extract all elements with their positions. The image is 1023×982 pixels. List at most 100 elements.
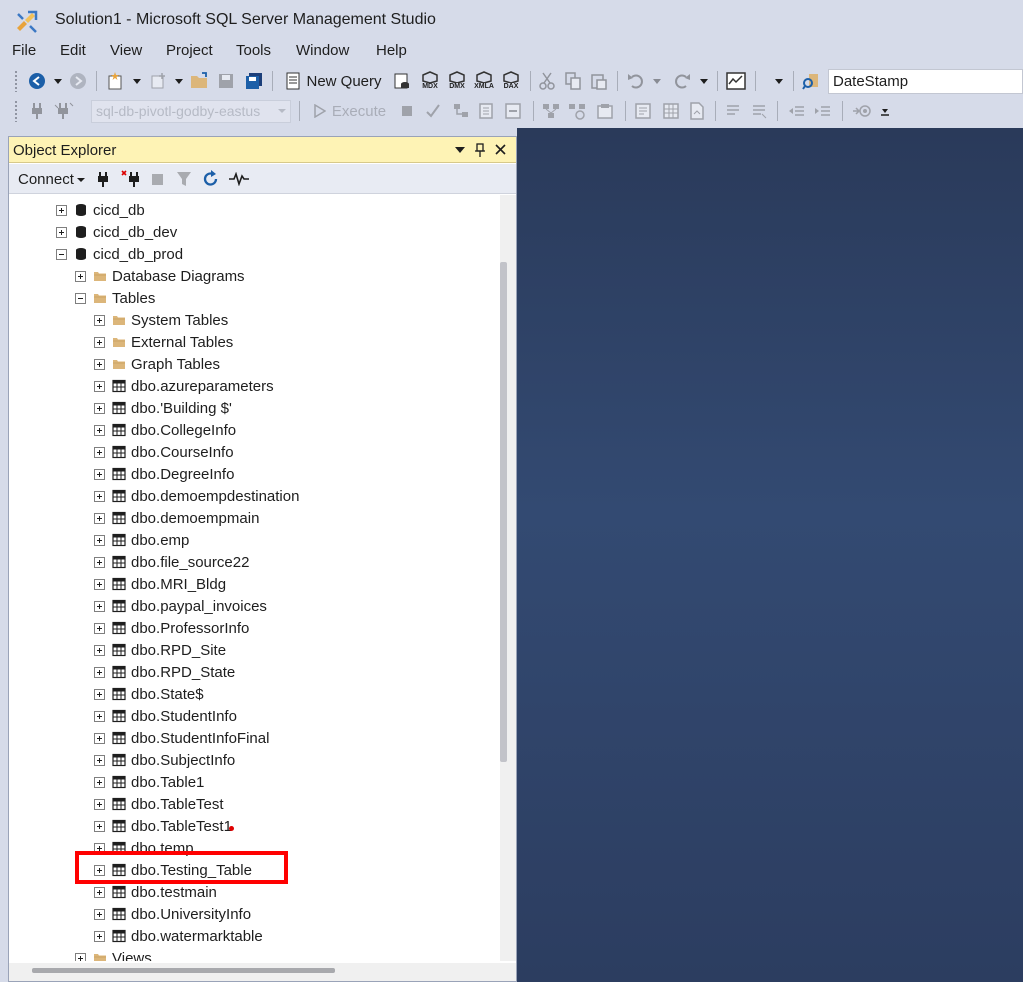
parse-button[interactable] xyxy=(422,99,444,123)
back-dropdown[interactable] xyxy=(52,69,64,93)
comment-out-button[interactable] xyxy=(722,99,744,123)
expand-icon[interactable] xyxy=(94,754,105,766)
expand-icon[interactable] xyxy=(94,776,105,788)
tree-node-dbo-tabletest1[interactable]: dbo.TableTest1 xyxy=(94,815,232,837)
open-file-button[interactable] xyxy=(189,69,211,93)
expand-icon[interactable] xyxy=(94,490,105,502)
tree-node-dbo-studentinfo[interactable]: dbo.StudentInfo xyxy=(94,705,237,727)
expand-icon[interactable] xyxy=(94,798,105,810)
expand-icon[interactable] xyxy=(94,402,105,414)
tree-node-dbo-table1[interactable]: dbo.Table1 xyxy=(94,771,204,793)
expand-icon[interactable] xyxy=(56,226,67,238)
connect-dropdown[interactable]: Connect xyxy=(18,171,85,188)
new-project-button[interactable] xyxy=(104,69,128,93)
save-all-button[interactable] xyxy=(243,69,265,93)
menu-file[interactable]: File xyxy=(12,42,36,59)
tree-node-dbo-demoempdestination[interactable]: dbo.demoempdestination xyxy=(94,485,299,507)
tree-node-dbo-subjectinfo[interactable]: dbo.SubjectInfo xyxy=(94,749,235,771)
tree-node-dbo-file-source22[interactable]: dbo.file_source22 xyxy=(94,551,249,573)
tree-node-tables[interactable]: Tables xyxy=(75,287,155,309)
stop-icon[interactable] xyxy=(152,174,163,185)
cancel-query-button[interactable] xyxy=(398,99,416,123)
dax-query-button[interactable]: DAX xyxy=(499,69,523,93)
refresh-icon[interactable] xyxy=(203,170,219,188)
expand-icon[interactable] xyxy=(94,710,105,722)
connect-plug-icon[interactable] xyxy=(97,171,109,188)
client-stats-button[interactable] xyxy=(594,99,616,123)
tree-node-cicd-db[interactable]: cicd_db xyxy=(56,199,145,221)
expand-icon[interactable] xyxy=(94,886,105,898)
add-item-dropdown[interactable] xyxy=(173,69,185,93)
find-in-files-button[interactable] xyxy=(799,69,823,93)
paste-button[interactable] xyxy=(589,69,609,93)
menu-help[interactable]: Help xyxy=(376,42,407,59)
intellisense-button[interactable] xyxy=(502,99,524,123)
database-engine-query-button[interactable] xyxy=(391,69,413,93)
results-to-grid-button[interactable] xyxy=(660,99,682,123)
window-position-dropdown-icon[interactable] xyxy=(455,147,465,153)
new-project-dropdown[interactable] xyxy=(131,69,143,93)
expand-icon[interactable] xyxy=(94,666,105,678)
tree-node-system-tables[interactable]: System Tables xyxy=(94,309,228,331)
expand-icon[interactable] xyxy=(94,424,105,436)
specify-template-values-button[interactable] xyxy=(850,99,874,123)
activity-monitor-button[interactable] xyxy=(724,69,748,93)
expand-icon[interactable] xyxy=(94,358,105,370)
tree-node-dbo-professorinfo[interactable]: dbo.ProfessorInfo xyxy=(94,617,249,639)
undo-dropdown[interactable] xyxy=(651,69,663,93)
tree-node-views[interactable]: Views xyxy=(75,947,152,961)
expand-icon[interactable] xyxy=(75,952,86,961)
tree-node-dbo-courseinfo[interactable]: dbo.CourseInfo xyxy=(94,441,234,463)
tree-node-dbo-paypal-invoices[interactable]: dbo.paypal_invoices xyxy=(94,595,267,617)
menu-edit[interactable]: Edit xyxy=(60,42,86,59)
menu-project[interactable]: Project xyxy=(166,42,213,59)
tree-node-dbo-studentinfofinal[interactable]: dbo.StudentInfoFinal xyxy=(94,727,269,749)
expand-icon[interactable] xyxy=(94,908,105,920)
mdx-query-button[interactable]: MDX xyxy=(418,69,442,93)
tree-node-dbo-degreeinfo[interactable]: dbo.DegreeInfo xyxy=(94,463,234,485)
tree-node-dbo-building[interactable]: dbo.'Building $' xyxy=(94,397,232,419)
results-to-file-button[interactable] xyxy=(686,99,708,123)
undo-button[interactable] xyxy=(625,69,647,93)
results-to-text-button[interactable] xyxy=(632,99,654,123)
expand-icon[interactable] xyxy=(94,688,105,700)
expand-icon[interactable] xyxy=(94,820,105,832)
expand-icon[interactable] xyxy=(94,930,105,942)
tree-node-database-diagrams[interactable]: Database Diagrams xyxy=(75,265,245,287)
close-icon[interactable] xyxy=(495,144,506,155)
tree-node-dbo-state[interactable]: dbo.State$ xyxy=(94,683,204,705)
activity-monitor-icon[interactable] xyxy=(229,172,249,186)
toolbar-grip[interactable] xyxy=(14,70,18,92)
back-button[interactable] xyxy=(26,69,48,93)
expand-icon[interactable] xyxy=(75,270,86,282)
menu-view[interactable]: View xyxy=(110,42,142,59)
execute-button[interactable]: Execute xyxy=(309,99,391,123)
menu-tools[interactable]: Tools xyxy=(236,42,271,59)
solution-config-dropdown[interactable] xyxy=(772,69,786,93)
cut-button[interactable] xyxy=(537,69,557,93)
increase-indent-button[interactable] xyxy=(812,99,834,123)
redo-button[interactable] xyxy=(671,69,693,93)
change-connection-button[interactable] xyxy=(52,99,76,123)
tree-node-dbo-watermarktable[interactable]: dbo.watermarktable xyxy=(94,925,263,947)
save-button[interactable] xyxy=(216,69,236,93)
expand-icon[interactable] xyxy=(94,446,105,458)
available-databases-select[interactable]: sql-db-pivotl-godby-eastus xyxy=(91,100,291,123)
dmx-query-button[interactable]: DMX xyxy=(445,69,469,93)
expand-icon[interactable] xyxy=(94,622,105,634)
actual-plan-button[interactable] xyxy=(540,99,562,123)
connect-button[interactable] xyxy=(26,99,48,123)
pin-icon[interactable] xyxy=(475,143,485,157)
live-stats-button[interactable] xyxy=(566,99,588,123)
horizontal-scroll-thumb[interactable] xyxy=(32,968,335,973)
tree-node-dbo-emp[interactable]: dbo.emp xyxy=(94,529,189,551)
expand-icon[interactable] xyxy=(94,336,105,348)
query-options-button[interactable] xyxy=(476,99,498,123)
expand-icon[interactable] xyxy=(94,644,105,656)
tree-node-dbo-universityinfo[interactable]: dbo.UniversityInfo xyxy=(94,903,251,925)
menu-window[interactable]: Window xyxy=(296,42,349,59)
collapse-icon[interactable] xyxy=(75,292,86,304)
find-input[interactable]: DateStamp xyxy=(828,69,1023,94)
decrease-indent-button[interactable] xyxy=(786,99,808,123)
uncomment-button[interactable] xyxy=(748,99,770,123)
